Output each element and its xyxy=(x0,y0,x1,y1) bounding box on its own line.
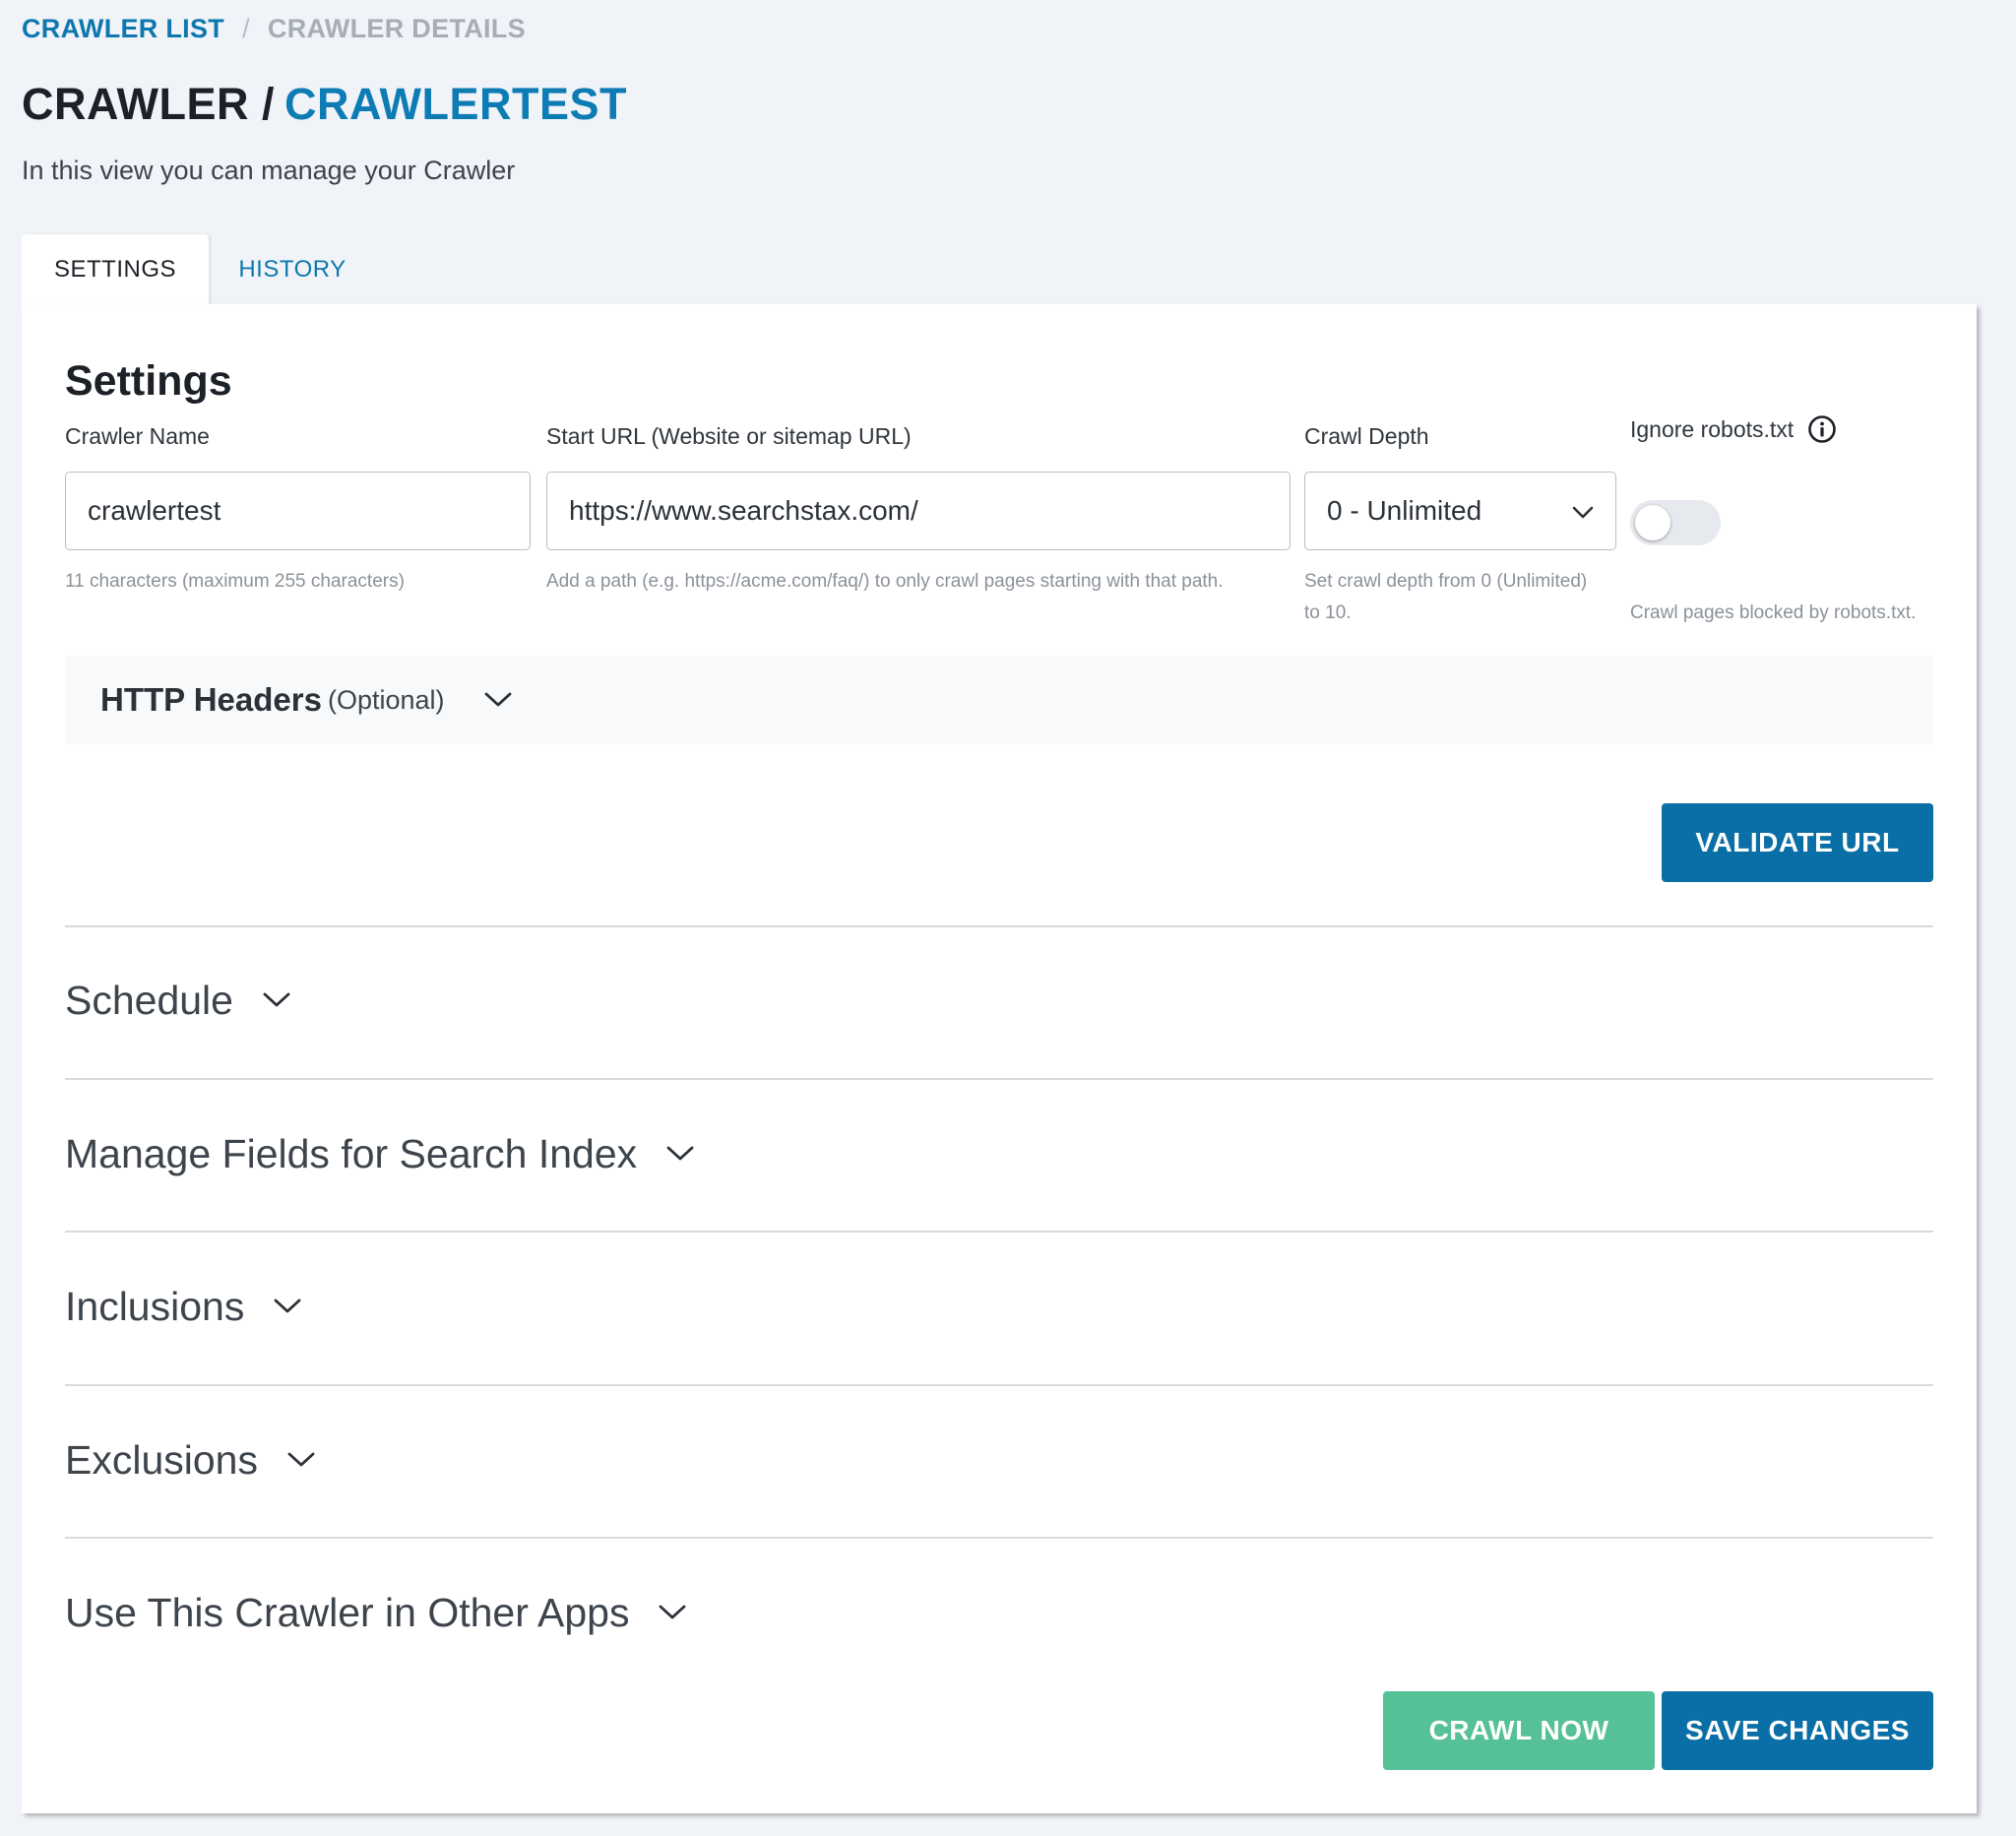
chevron-down-icon xyxy=(659,1605,686,1620)
crawl-depth-help: Set crawl depth from 0 (Unlimited) to 10… xyxy=(1304,566,1587,629)
crawler-name-help: 11 characters (maximum 255 characters) xyxy=(65,571,405,592)
page-title-crawler-name: CRAWLERTEST xyxy=(284,79,627,129)
tab-settings[interactable]: SETTINGS xyxy=(22,234,209,305)
breadcrumb-separator: / xyxy=(242,14,250,43)
crawl-depth-help-line-1: Set crawl depth from 0 (Unlimited) xyxy=(1304,571,1588,592)
http-headers-optional: (Optional) xyxy=(327,684,445,715)
section-title-other-apps: Use This Crawler in Other Apps xyxy=(65,1589,630,1635)
ignore-robots-toggle[interactable] xyxy=(1630,500,1721,545)
http-headers-title: HTTP Headers xyxy=(100,681,322,718)
http-headers-accordion[interactable]: HTTP Headers (Optional) xyxy=(65,656,1933,744)
start-url-input[interactable] xyxy=(546,472,1291,550)
chevron-down-icon xyxy=(1572,495,1594,527)
manage-fields-accordion[interactable]: Manage Fields for Search Index xyxy=(65,1080,694,1228)
breadcrumb-crawler-details: CRAWLER DETAILS xyxy=(267,14,526,43)
crawler-name-input[interactable] xyxy=(65,472,531,550)
tab-history[interactable]: HISTORY xyxy=(209,234,376,305)
toggle-knob xyxy=(1635,505,1670,540)
breadcrumb-crawler-list[interactable]: CRAWLER LIST xyxy=(22,14,224,44)
crawl-depth-label: Crawl Depth xyxy=(1304,423,1429,449)
exclusions-accordion[interactable]: Exclusions xyxy=(65,1386,315,1534)
crawler-details-page: CRAWLER LIST / CRAWLER DETAILS CRAWLER /… xyxy=(0,0,2016,1836)
ignore-robots-label: Ignore robots.txt xyxy=(1630,415,1795,442)
chevron-down-icon xyxy=(287,1452,315,1468)
settings-heading: Settings xyxy=(65,357,232,405)
schedule-accordion[interactable]: Schedule xyxy=(65,926,290,1074)
divider xyxy=(65,925,1933,927)
info-circle-icon[interactable] xyxy=(1807,414,1837,444)
page-title-prefix: CRAWLER / xyxy=(22,79,275,129)
tab-bar: SETTINGS HISTORY xyxy=(22,234,376,305)
section-title-inclusions: Inclusions xyxy=(65,1283,245,1329)
chevron-down-icon xyxy=(263,992,290,1008)
settings-card-content: Settings Crawler Name 11 characters (max… xyxy=(65,304,1933,1813)
section-title-exclusions: Exclusions xyxy=(65,1436,258,1483)
chevron-down-icon xyxy=(274,1298,301,1314)
settings-card: Settings Crawler Name 11 characters (max… xyxy=(22,304,1977,1813)
crawler-name-label: Crawler Name xyxy=(65,423,210,449)
crawl-depth-help-line-2: to 10. xyxy=(1304,602,1352,623)
page-title: CRAWLER / CRAWLERTEST xyxy=(22,79,627,130)
save-changes-button[interactable]: SAVE CHANGES xyxy=(1662,1691,1933,1770)
breadcrumb: CRAWLER LIST / CRAWLER DETAILS xyxy=(22,14,526,44)
page-subtitle: In this view you can manage your Crawler xyxy=(22,156,516,185)
ignore-robots-label-group: Ignore robots.txt xyxy=(1630,414,1837,444)
inclusions-accordion[interactable]: Inclusions xyxy=(65,1233,301,1380)
crawl-depth-selected-value: 0 - Unlimited xyxy=(1327,495,1482,526)
section-title-manage-fields: Manage Fields for Search Index xyxy=(65,1130,638,1176)
divider xyxy=(65,1384,1933,1386)
divider xyxy=(65,1231,1933,1233)
crawl-depth-select[interactable]: 0 - Unlimited xyxy=(1304,472,1616,550)
chevron-down-icon xyxy=(484,692,512,708)
start-url-help: Add a path (e.g. https://acme.com/faq/) … xyxy=(546,571,1224,592)
start-url-label: Start URL (Website or sitemap URL) xyxy=(546,423,912,449)
validate-url-button[interactable]: VALIDATE URL xyxy=(1662,803,1933,882)
crawl-now-button[interactable]: CRAWL NOW xyxy=(1383,1691,1655,1770)
section-title-schedule: Schedule xyxy=(65,977,233,1023)
chevron-down-icon xyxy=(666,1146,694,1162)
ignore-robots-help: Crawl pages blocked by robots.txt. xyxy=(1630,602,1917,623)
other-apps-accordion[interactable]: Use This Crawler in Other Apps xyxy=(65,1539,686,1686)
